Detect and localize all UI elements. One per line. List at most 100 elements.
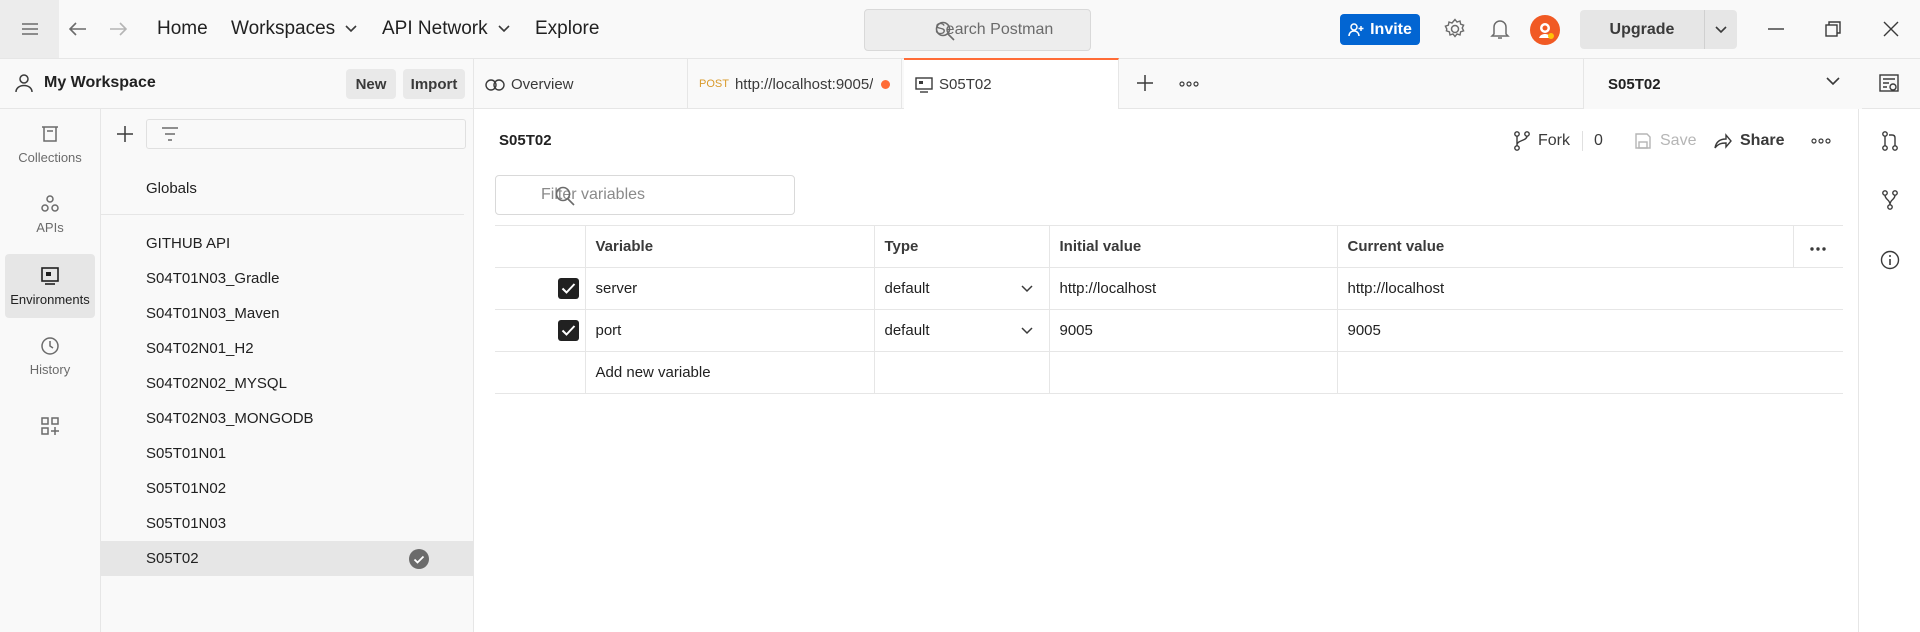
rail-item-collections[interactable]: Collections bbox=[5, 112, 95, 176]
nav-explore[interactable]: Explore bbox=[535, 0, 599, 58]
new-tab-button[interactable] bbox=[1136, 74, 1154, 92]
close-window-button[interactable] bbox=[1878, 16, 1904, 42]
search-icon bbox=[555, 186, 575, 206]
initial-value-cell[interactable]: 9005 bbox=[1048, 309, 1337, 352]
list-item[interactable]: S04T01N03_Maven bbox=[101, 296, 474, 331]
invite-button[interactable]: Invite bbox=[1340, 14, 1420, 45]
initial-value-cell[interactable]: http://localhost bbox=[1048, 267, 1337, 310]
fork-icon bbox=[1514, 131, 1530, 151]
back-button[interactable] bbox=[67, 18, 89, 40]
arrow-left-icon bbox=[69, 22, 87, 36]
more-options-button[interactable] bbox=[1811, 127, 1831, 155]
environment-selector[interactable]: S05T02 bbox=[1583, 59, 1862, 109]
list-item-active[interactable]: S05T02 bbox=[101, 541, 474, 576]
current-value-cell[interactable]: http://localhost bbox=[1336, 267, 1843, 310]
right-rail bbox=[1858, 109, 1920, 632]
workspace-title[interactable]: My Workspace bbox=[44, 74, 156, 92]
restore-button[interactable] bbox=[1820, 16, 1846, 42]
settings-button[interactable] bbox=[1443, 17, 1467, 41]
rail-label-environments: Environments bbox=[10, 291, 90, 307]
hamburger-menu-button[interactable] bbox=[0, 0, 59, 58]
upgrade-button[interactable]: Upgrade bbox=[1580, 10, 1704, 49]
variable-type-select[interactable]: default bbox=[873, 309, 1049, 352]
chevron-down-icon bbox=[1020, 326, 1033, 335]
tab-request-label: http://localhost:9005/ bbox=[734, 75, 874, 93]
variable-name-cell[interactable]: server bbox=[584, 267, 874, 310]
new-variable-current-cell[interactable] bbox=[1336, 351, 1843, 394]
notifications-button[interactable] bbox=[1488, 17, 1512, 41]
table-row-add-new: Add new variable bbox=[495, 351, 1843, 394]
rail-item-environments[interactable]: Environments bbox=[5, 254, 95, 318]
info-button[interactable] bbox=[1878, 248, 1902, 272]
user-icon bbox=[14, 73, 34, 93]
column-header-initial-value: Initial value bbox=[1048, 225, 1337, 268]
tab-s05t02[interactable]: S05T02 bbox=[904, 58, 1119, 109]
environment-label: S04T01N03_Maven bbox=[146, 305, 280, 322]
environment-label: S05T01N02 bbox=[146, 480, 227, 497]
rail-item-history[interactable]: History bbox=[5, 324, 95, 388]
rail-item-configure-workspace[interactable] bbox=[5, 394, 95, 458]
variable-type-value: default bbox=[884, 280, 930, 297]
list-item[interactable]: S04T02N03_MONGODB bbox=[101, 401, 474, 436]
variable-type-select[interactable]: default bbox=[873, 267, 1049, 310]
forks-button[interactable] bbox=[1878, 188, 1902, 212]
more-horizontal-icon bbox=[1811, 138, 1831, 144]
variables-table: Variable Type Initial value Current valu… bbox=[495, 225, 1843, 394]
variable-enabled-checkbox[interactable] bbox=[557, 320, 579, 341]
nav-api-network[interactable]: API Network bbox=[382, 0, 510, 58]
fork-label: Fork bbox=[1538, 132, 1570, 149]
list-item[interactable]: GITHUB API bbox=[101, 226, 474, 261]
history-icon bbox=[40, 336, 60, 356]
menu-icon bbox=[21, 23, 38, 35]
new-variable-type-cell[interactable] bbox=[873, 351, 1049, 394]
pull-requests-button[interactable] bbox=[1878, 129, 1902, 153]
column-options-button[interactable] bbox=[1810, 247, 1826, 251]
tab-post-request[interactable]: POST http://localhost:9005/ bbox=[688, 59, 902, 109]
arrow-right-icon bbox=[109, 22, 127, 36]
forward-button[interactable] bbox=[107, 18, 129, 40]
list-item[interactable]: S04T02N02_MYSQL bbox=[101, 366, 474, 401]
environment-quick-look-button[interactable] bbox=[1878, 73, 1902, 95]
rail-item-apis[interactable]: APIs bbox=[5, 182, 95, 246]
environment-label: S04T02N02_MYSQL bbox=[146, 375, 287, 392]
current-value-cell[interactable]: 9005 bbox=[1336, 309, 1843, 352]
save-button[interactable]: Save bbox=[1634, 127, 1696, 155]
upgrade-dropdown-button[interactable] bbox=[1705, 10, 1737, 49]
environment-label: S04T02N03_MONGODB bbox=[146, 410, 314, 427]
environments-icon bbox=[40, 266, 60, 286]
chevron-down-icon bbox=[1826, 77, 1840, 86]
sidebar-filter-input[interactable] bbox=[146, 119, 466, 149]
globals-item[interactable]: Globals bbox=[101, 171, 474, 206]
chevron-down-icon bbox=[498, 25, 510, 33]
invite-label: Invite bbox=[1370, 20, 1412, 38]
column-header-variable: Variable bbox=[584, 225, 874, 268]
tab-options-button[interactable] bbox=[1179, 81, 1199, 87]
nav-workspaces[interactable]: Workspaces bbox=[231, 0, 357, 58]
new-variable-initial-cell[interactable] bbox=[1048, 351, 1337, 394]
search-postman-input[interactable]: Search Postman bbox=[864, 9, 1091, 51]
nav-home[interactable]: Home bbox=[157, 0, 208, 58]
import-button[interactable]: Import bbox=[403, 69, 465, 99]
share-button[interactable]: Share bbox=[1714, 127, 1784, 155]
active-environment-check-icon[interactable] bbox=[409, 549, 429, 569]
minimize-button[interactable] bbox=[1763, 16, 1789, 42]
add-new-variable-input[interactable]: Add new variable bbox=[584, 351, 874, 394]
chevron-down-icon bbox=[345, 25, 357, 33]
variable-enabled-checkbox[interactable] bbox=[557, 278, 579, 299]
variable-name-cell[interactable]: port bbox=[584, 309, 874, 352]
avatar[interactable] bbox=[1530, 15, 1560, 45]
tab-overview[interactable]: Overview bbox=[474, 59, 688, 109]
user-avatar-icon bbox=[1535, 20, 1555, 40]
list-item[interactable]: S04T02N01_H2 bbox=[101, 331, 474, 366]
fork-button[interactable]: Fork bbox=[1514, 127, 1570, 155]
list-item[interactable]: S05T01N01 bbox=[101, 436, 474, 471]
list-item[interactable]: S04T01N03_Gradle bbox=[101, 261, 474, 296]
list-item[interactable]: S05T01N02 bbox=[101, 471, 474, 506]
environment-editor: S05T02 Fork 0 Save Share Filter variable… bbox=[474, 109, 1858, 632]
new-button[interactable]: New bbox=[346, 69, 396, 99]
filter-variables-input[interactable]: Filter variables bbox=[495, 175, 795, 215]
environment-label: GITHUB API bbox=[146, 235, 231, 252]
list-item[interactable]: S05T01N03 bbox=[101, 506, 474, 541]
create-environment-button[interactable] bbox=[116, 125, 134, 143]
row-checkbox-cell bbox=[495, 351, 585, 394]
